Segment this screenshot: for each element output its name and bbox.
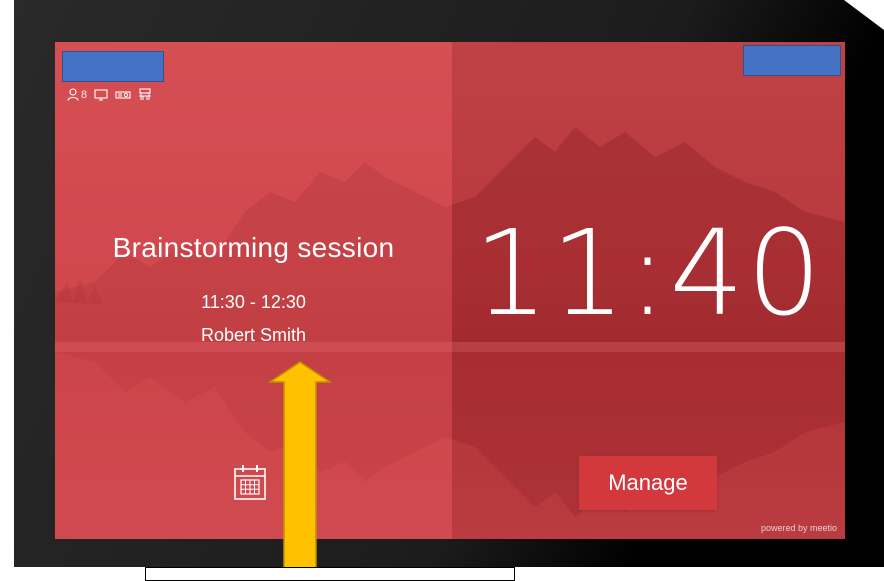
meeting-time-range: 11:30 - 12:30 [201, 292, 306, 312]
powered-by-label: powered by meetio [760, 523, 837, 533]
capacity-count: 8 [81, 88, 88, 101]
meeting-organizer: Robert Smith [200, 325, 307, 345]
manage-button[interactable]: Manage [579, 456, 717, 510]
person-icon [67, 88, 79, 101]
conference-table-icon [139, 88, 152, 100]
calendar-icon [234, 465, 266, 500]
redaction-box-left [62, 51, 164, 82]
projector-icon [115, 90, 131, 99]
annotation-caption-box [145, 567, 515, 581]
capacity-indicator: 8 [67, 88, 87, 101]
display-icon [94, 88, 108, 101]
room-display-screen: 8 Brainstorming session 11:30 - 12:30 Ro… [55, 42, 845, 539]
redaction-box-right [743, 45, 841, 76]
annotation-arrow [268, 361, 332, 570]
calendar-button[interactable] [233, 463, 267, 501]
meeting-title: Brainstorming session [112, 232, 395, 263]
current-time-clock: 11:40 [473, 204, 824, 342]
room-amenities: 8 [67, 88, 152, 101]
page-margin-left [0, 0, 14, 573]
bezel-corner [844, 0, 884, 30]
